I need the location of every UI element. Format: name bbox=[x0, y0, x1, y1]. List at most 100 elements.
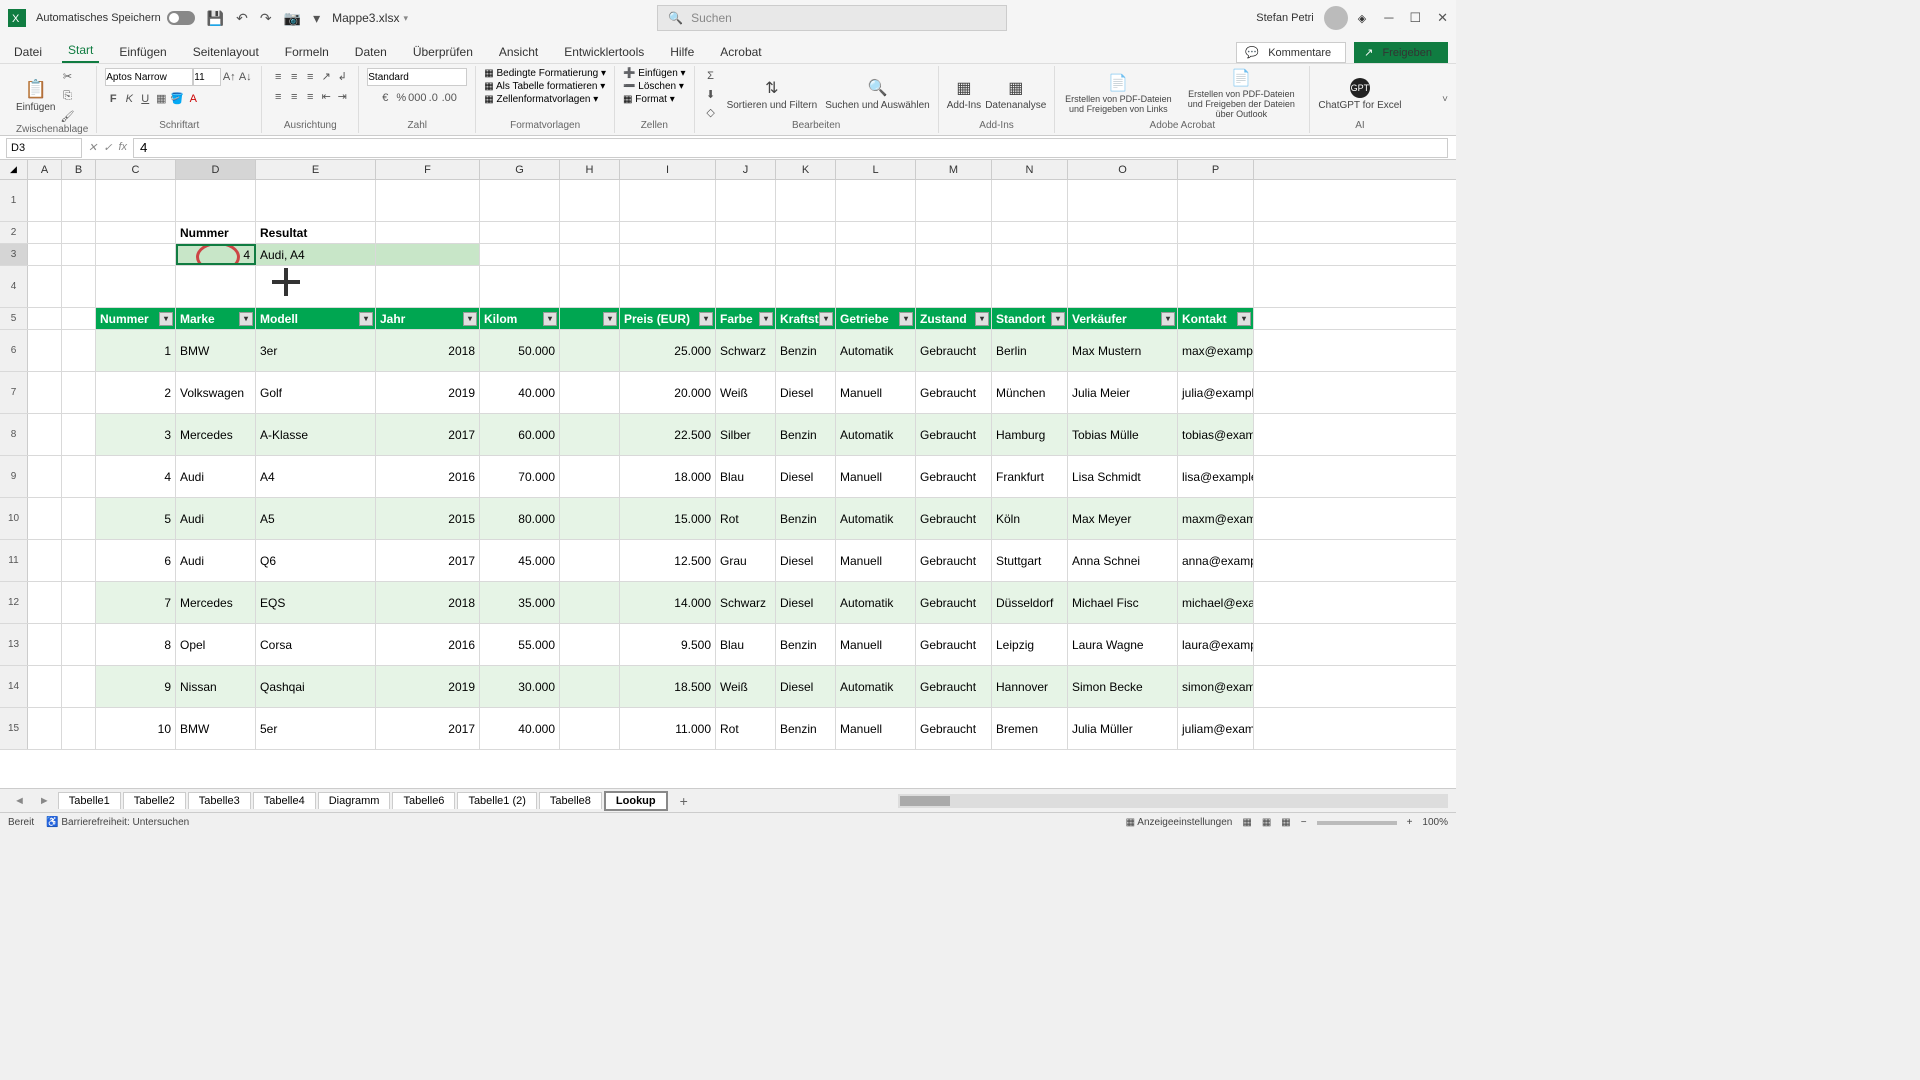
cell[interactable] bbox=[620, 222, 716, 243]
cell[interactable] bbox=[560, 624, 620, 665]
td-verk[interactable]: Julia Meier bbox=[1068, 372, 1178, 413]
sheettab-lookup[interactable]: Lookup bbox=[604, 791, 668, 811]
td-farbe[interactable]: Blau bbox=[716, 624, 776, 665]
td-verk[interactable]: Anna Schnei bbox=[1068, 540, 1178, 581]
cell[interactable] bbox=[560, 330, 620, 371]
td-farbe[interactable]: Rot bbox=[716, 498, 776, 539]
confirm-formula-icon[interactable]: ✓ bbox=[103, 141, 112, 154]
cell[interactable] bbox=[716, 180, 776, 221]
colhdr-I[interactable]: I bbox=[620, 160, 716, 179]
td-jahr[interactable]: 2017 bbox=[376, 540, 480, 581]
td-getriebe[interactable]: Automatik bbox=[836, 582, 916, 623]
td-kontakt[interactable]: simon@example.com bbox=[1178, 666, 1254, 707]
sheet-nav-next-icon[interactable]: ► bbox=[33, 795, 56, 807]
tab-einfuegen[interactable]: Einfügen bbox=[113, 41, 172, 63]
underline-icon[interactable]: U bbox=[137, 91, 153, 107]
th-nummer[interactable]: Nummer▾ bbox=[96, 308, 176, 329]
filter-icon[interactable]: ▾ bbox=[899, 312, 913, 326]
td-zustand[interactable]: Gebraucht bbox=[916, 498, 992, 539]
fx-icon[interactable]: fx bbox=[118, 141, 127, 154]
td-zustand[interactable]: Gebraucht bbox=[916, 666, 992, 707]
cell[interactable] bbox=[620, 244, 716, 265]
colhdr-F[interactable]: F bbox=[376, 160, 480, 179]
sheettab-tabelle3[interactable]: Tabelle3 bbox=[188, 792, 251, 809]
cell[interactable] bbox=[776, 222, 836, 243]
td-kraft[interactable]: Benzin bbox=[776, 414, 836, 455]
cell[interactable] bbox=[62, 540, 96, 581]
rowhdr-13[interactable]: 13 bbox=[0, 624, 28, 665]
name-box[interactable] bbox=[6, 138, 82, 158]
td-farbe[interactable]: Blau bbox=[716, 456, 776, 497]
cell[interactable] bbox=[560, 244, 620, 265]
td-modell[interactable]: A-Klasse bbox=[256, 414, 376, 455]
comments-button[interactable]: 💬 Kommentare bbox=[1236, 42, 1346, 63]
td-verk[interactable]: Tobias Mülle bbox=[1068, 414, 1178, 455]
td-kontakt[interactable]: laura@example.com bbox=[1178, 624, 1254, 665]
td-km[interactable]: 40.000 bbox=[480, 708, 560, 749]
find-select-button[interactable]: 🔍Suchen und Auswählen bbox=[825, 78, 930, 111]
view-normal-icon[interactable]: ▦ bbox=[1242, 817, 1251, 828]
filter-icon[interactable]: ▾ bbox=[603, 312, 617, 326]
td-preis[interactable]: 9.500 bbox=[620, 624, 716, 665]
rowhdr-10[interactable]: 10 bbox=[0, 498, 28, 539]
cell[interactable] bbox=[560, 708, 620, 749]
cell[interactable] bbox=[992, 244, 1068, 265]
td-farbe[interactable]: Weiß bbox=[716, 666, 776, 707]
sheettab-diagramm[interactable]: Diagramm bbox=[318, 792, 391, 809]
zoom-out-icon[interactable]: − bbox=[1301, 817, 1307, 828]
cell[interactable] bbox=[620, 266, 716, 307]
save-icon[interactable]: 💾 bbox=[207, 10, 224, 27]
th-zustand[interactable]: Zustand▾ bbox=[916, 308, 992, 329]
format-cells-button[interactable]: ▦ Format ▾ bbox=[623, 94, 675, 105]
td-preis[interactable]: 14.000 bbox=[620, 582, 716, 623]
sheettab-tabelle8[interactable]: Tabelle8 bbox=[539, 792, 602, 809]
td-preis[interactable]: 12.500 bbox=[620, 540, 716, 581]
td-preis[interactable]: 22.500 bbox=[620, 414, 716, 455]
td-modell[interactable]: A5 bbox=[256, 498, 376, 539]
th-kraft[interactable]: Kraftst▾ bbox=[776, 308, 836, 329]
filter-icon[interactable]: ▾ bbox=[975, 312, 989, 326]
td-marke[interactable]: BMW bbox=[176, 330, 256, 371]
td-jahr[interactable]: 2017 bbox=[376, 708, 480, 749]
cell[interactable] bbox=[560, 666, 620, 707]
align-middle-icon[interactable]: ≡ bbox=[286, 69, 302, 85]
percent-icon[interactable]: % bbox=[393, 90, 409, 106]
td-kraft[interactable]: Diesel bbox=[776, 582, 836, 623]
cell[interactable] bbox=[376, 180, 480, 221]
td-nummer[interactable]: 2 bbox=[96, 372, 176, 413]
autosave[interactable]: Automatisches Speichern bbox=[36, 11, 195, 25]
pdf-link-button[interactable]: 📄Erstellen von PDF-Dateien und Freigeben… bbox=[1063, 73, 1173, 115]
rowhdr-3[interactable]: 3 bbox=[0, 244, 28, 265]
filter-icon[interactable]: ▾ bbox=[819, 312, 833, 326]
tab-acrobat[interactable]: Acrobat bbox=[714, 41, 767, 63]
th-marke[interactable]: Marke▾ bbox=[176, 308, 256, 329]
td-marke[interactable]: Opel bbox=[176, 624, 256, 665]
cell[interactable] bbox=[28, 372, 62, 413]
thousands-icon[interactable]: 000 bbox=[409, 90, 425, 106]
camera-icon[interactable]: 📷 bbox=[284, 10, 301, 27]
cell[interactable] bbox=[62, 582, 96, 623]
tab-ansicht[interactable]: Ansicht bbox=[493, 41, 544, 63]
td-preis[interactable]: 18.500 bbox=[620, 666, 716, 707]
cell[interactable] bbox=[176, 266, 256, 307]
cell[interactable] bbox=[992, 222, 1068, 243]
td-jahr[interactable]: 2015 bbox=[376, 498, 480, 539]
td-standort[interactable]: Hannover bbox=[992, 666, 1068, 707]
formula-bar[interactable] bbox=[133, 138, 1448, 158]
td-zustand[interactable]: Gebraucht bbox=[916, 330, 992, 371]
cell[interactable] bbox=[560, 266, 620, 307]
cell[interactable] bbox=[916, 180, 992, 221]
cell[interactable] bbox=[28, 582, 62, 623]
td-nummer[interactable]: 3 bbox=[96, 414, 176, 455]
insert-cells-button[interactable]: ➕ Einfügen ▾ bbox=[623, 68, 686, 79]
cell[interactable] bbox=[96, 180, 176, 221]
td-preis[interactable]: 25.000 bbox=[620, 330, 716, 371]
td-nummer[interactable]: 1 bbox=[96, 330, 176, 371]
cell[interactable] bbox=[560, 582, 620, 623]
align-bottom-icon[interactable]: ≡ bbox=[302, 69, 318, 85]
colhdr-A[interactable]: A bbox=[28, 160, 62, 179]
sheettab-tabelle2[interactable]: Tabelle2 bbox=[123, 792, 186, 809]
cell[interactable] bbox=[28, 666, 62, 707]
cell[interactable] bbox=[836, 266, 916, 307]
td-verk[interactable]: Max Meyer bbox=[1068, 498, 1178, 539]
